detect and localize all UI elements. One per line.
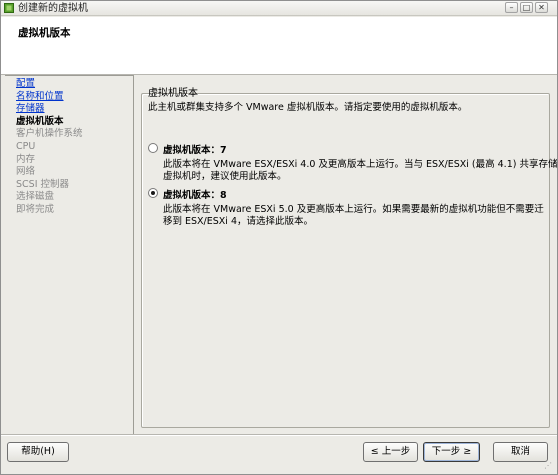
window-title: 创建新的虚拟机 [18, 3, 88, 14]
vm-app-icon [4, 3, 14, 13]
option-vm-version-7-label[interactable]: 虚拟机版本：7 [163, 142, 227, 156]
nav-step-guest-os: 客户机操作系统 [16, 128, 83, 140]
nav-step-storage[interactable]: 存储器 [16, 103, 134, 116]
page-title: 虚拟机版本 [18, 27, 71, 39]
wizard-steps-nav: 配置 名称和位置 存储器 虚拟机版本 客户机操作系统 CPU 内存 网络 SCS… [16, 78, 134, 217]
nav-divider [5, 75, 133, 76]
radio-vm-version-7[interactable] [148, 143, 158, 153]
nav-step-ready: 即将完成 [16, 203, 55, 215]
nav-step-cpu: CPU [16, 140, 36, 152]
close-button[interactable]: ✕ [535, 2, 548, 13]
maximize-button[interactable]: □ [520, 2, 533, 13]
nav-step-memory: 内存 [16, 153, 36, 165]
minimize-button[interactable]: – [505, 2, 518, 13]
help-button[interactable]: 帮助(H) [7, 442, 69, 462]
option-vm-version-7-desc-line1: 此版本将在 VMware ESX/ESXi 4.0 及更高版本上运行。当与 ES… [163, 159, 558, 170]
nav-step-name-location[interactable]: 名称和位置 [16, 91, 134, 104]
cancel-button[interactable]: 取消 [493, 442, 548, 462]
option-vm-version-8-desc-line2: 移到 ESX/ESXi 4，请选择此版本。 [163, 216, 314, 227]
option-vm-version-8-label[interactable]: 虚拟机版本：8 [163, 187, 227, 201]
footer-divider-highlight [1, 435, 557, 436]
nav-step-select-disk: 选择磁盘 [16, 191, 55, 203]
nav-step-scsi: SCSI 控制器 [16, 178, 70, 190]
back-button[interactable]: ≤ 上一步 [363, 442, 418, 462]
group-title: 虚拟机版本 [148, 88, 198, 99]
resize-grip-icon[interactable]: ⋰ [544, 461, 554, 471]
group-description: 此主机或群集支持多个 VMware 虚拟机版本。请指定要使用的虚拟机版本。 [148, 102, 468, 113]
title-bar[interactable]: 创建新的虚拟机 – □ ✕ [1, 1, 557, 16]
nav-step-network: 网络 [16, 166, 36, 178]
option-vm-version-7-desc-line2: 虚拟机时，建议使用此版本。 [163, 171, 287, 182]
nav-step-vm-version: 虚拟机版本 [16, 115, 64, 127]
radio-vm-version-8[interactable] [148, 188, 158, 198]
option-vm-version-8-desc-line1: 此版本将在 VMware ESXi 5.0 及更高版本上运行。如果需要最新的虚拟… [163, 204, 544, 215]
next-button[interactable]: 下一步 ≥ [423, 442, 480, 462]
wizard-header: 虚拟机版本 [1, 17, 557, 75]
create-vm-dialog: 创建新的虚拟机 – □ ✕ 虚拟机版本 配置 名称和位置 存储器 虚拟机版本 客… [0, 0, 558, 475]
nav-step-config[interactable]: 配置 [16, 78, 134, 91]
